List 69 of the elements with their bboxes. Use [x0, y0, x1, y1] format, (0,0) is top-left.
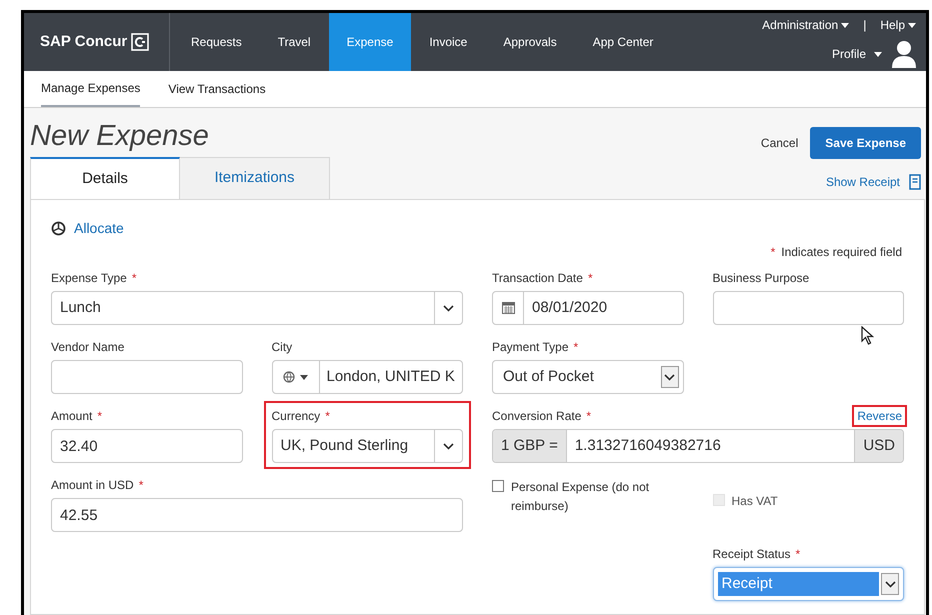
chevron-down-icon	[884, 580, 896, 588]
allocate-link[interactable]: Allocate	[74, 218, 124, 239]
field-label: City	[272, 339, 292, 356]
field-label: Vendor Name	[51, 339, 124, 356]
conversion-rate-field[interactable]: 1 GBP = 1.3132716049382716 USD	[492, 429, 904, 463]
field-label: Amount in USD	[51, 477, 134, 494]
required-mark: *	[132, 270, 137, 287]
input-field[interactable]	[712, 291, 904, 325]
profile-menu[interactable]: Profile	[832, 45, 882, 63]
menu-link[interactable]: Administration	[762, 16, 850, 34]
date-field[interactable]: 08/01/2020	[492, 291, 684, 325]
checkbox-label: Personal Expense (do not reimburse)	[511, 479, 650, 515]
required-mark: *	[588, 270, 593, 287]
dropdown-field[interactable]: UK, Pound Sterling	[272, 429, 463, 463]
input-field[interactable]: 32.40	[51, 429, 242, 463]
required-mark: *	[138, 477, 144, 494]
field-label: Business Purpose	[712, 270, 810, 287]
required-mark: *	[586, 408, 592, 425]
required-mark: *	[97, 408, 102, 425]
user-icon[interactable]	[892, 40, 916, 68]
chevron-down-icon	[443, 304, 454, 312]
brand-name: SAP Concur	[40, 32, 128, 52]
chevron-down-icon	[443, 442, 454, 450]
dropdown-field[interactable]: Out of Pocket	[492, 360, 684, 394]
nav-tab[interactable]: Invoice	[411, 13, 486, 72]
calendar-icon[interactable]	[502, 302, 514, 314]
show-receipt-link[interactable]: Show Receipt	[826, 173, 900, 191]
menu-separator: |	[862, 17, 868, 34]
field-label: Amount	[51, 408, 92, 425]
nav-tab[interactable]: Approvals	[485, 13, 575, 72]
tab[interactable]: Details	[30, 157, 180, 199]
tab[interactable]: Itemizations	[180, 157, 330, 199]
input-field[interactable]: 42.55	[51, 498, 463, 532]
subnav-link[interactable]: View Transactions	[168, 71, 266, 107]
menu-link[interactable]: Help	[880, 16, 916, 34]
input-field[interactable]	[51, 360, 242, 394]
field-label: Currency	[272, 408, 320, 425]
chevron-down-icon	[664, 374, 675, 380]
required-mark: *	[574, 339, 578, 356]
required-mark: *	[796, 546, 800, 563]
nav-tab[interactable]: Travel	[260, 13, 329, 72]
pie-chart-icon[interactable]	[51, 221, 66, 236]
caret-icon	[908, 22, 916, 28]
caret-icon	[300, 374, 308, 380]
save-expense-button[interactable]: Save Expense	[810, 127, 921, 159]
cancel-button[interactable]: Cancel	[760, 134, 798, 152]
caret-icon	[874, 52, 882, 56]
field-label: Payment Type	[492, 339, 568, 356]
receipt-icon[interactable]	[909, 174, 921, 190]
dropdown-field[interactable]: Lunch	[51, 291, 463, 325]
field-label: Receipt Status	[712, 546, 791, 563]
field-label: Expense Type	[51, 270, 127, 287]
page-title: New Expense	[30, 122, 210, 151]
subnav-link[interactable]: Manage Expenses	[41, 71, 140, 107]
nav-tab[interactable]: Requests	[173, 13, 260, 72]
checkbox[interactable]	[492, 480, 504, 492]
logo-icon	[131, 33, 150, 52]
field-label: Transaction Date	[492, 270, 583, 287]
required-mark: *	[325, 408, 330, 425]
reverse-link[interactable]: Reverse	[852, 405, 907, 427]
city-field[interactable]: London, UNITED K	[272, 360, 463, 394]
field-label: Conversion Rate	[492, 408, 582, 425]
globe-icon[interactable]	[283, 371, 295, 383]
checkbox-label: Has VAT	[732, 493, 779, 510]
required-note: Indicates required field	[781, 244, 902, 261]
mouse-pointer-icon	[861, 326, 874, 345]
nav-tab[interactable]: App Center	[574, 13, 672, 72]
required-mark: *	[770, 244, 776, 261]
caret-icon	[841, 22, 850, 28]
